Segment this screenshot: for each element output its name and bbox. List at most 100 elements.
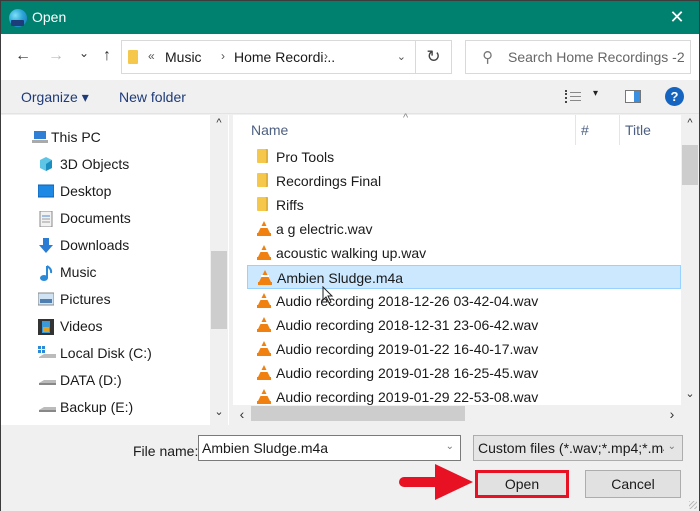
nav-item-desktop[interactable]: Desktop (1, 179, 211, 203)
file-name: Audio recording 2018-12-31 23-06-42.wav (276, 317, 539, 333)
file-row[interactable]: acoustic walking up.wav (247, 241, 681, 265)
vlc-media-file-icon (258, 270, 272, 285)
breadcrumb-home-recordings[interactable]: Home Recordi... (234, 49, 335, 65)
folder-icon (257, 173, 268, 187)
chevron-down-icon: ⌄ (78, 46, 90, 60)
file-row[interactable]: Riffs (247, 193, 681, 217)
file-name: Recordings Final (276, 173, 382, 189)
column-divider (575, 115, 576, 145)
folder-icon (257, 197, 268, 211)
this-pc-icon (31, 130, 48, 144)
cancel-button[interactable]: Cancel (585, 470, 681, 498)
file-name: acoustic walking up.wav (276, 245, 427, 261)
nav-item-this-pc[interactable]: This PC (1, 125, 211, 149)
nav-item-pictures[interactable]: Pictures (1, 287, 211, 311)
3d-objects-icon (38, 157, 54, 171)
title-bar: Open ✕ (1, 1, 699, 34)
file-row[interactable]: Pro Tools (247, 145, 681, 169)
scroll-down-icon[interactable]: ⌄ (681, 387, 699, 400)
preview-pane-icon[interactable] (625, 90, 641, 103)
file-name-label: File name: (133, 443, 199, 459)
nav-item-downloads[interactable]: Downloads (1, 233, 211, 257)
nav-item-music[interactable]: Music (1, 260, 211, 284)
file-name: Audio recording 2019-01-28 16-25-45.wav (276, 365, 539, 381)
scrollbar-thumb[interactable] (211, 251, 227, 329)
forward-button[interactable]: → (46, 47, 66, 65)
scroll-up-icon[interactable]: ^ (681, 117, 699, 129)
vlc-media-file-icon (257, 245, 271, 260)
annotation-arrow-icon (399, 464, 473, 500)
back-button[interactable]: ← (13, 47, 33, 65)
drive-icon (38, 373, 56, 387)
nav-item-local-disk-c[interactable]: Local Disk (C:) (1, 341, 211, 365)
mouse-cursor-icon (322, 286, 334, 304)
scroll-up-icon[interactable]: ^ (210, 117, 228, 129)
breadcrumb-separator[interactable]: › (221, 49, 225, 63)
address-bar[interactable]: « Music › Home Recordi... › ⌄ ↻ (121, 40, 452, 74)
music-icon (38, 265, 54, 281)
navigation-bar: ← → ⌄ ↑ « Music › Home Recordi... › ⌄ ↻ … (1, 34, 699, 80)
file-type-value: Custom files (*.wav;*.mp4;*.m4a (478, 440, 664, 456)
close-button[interactable]: ✕ (655, 1, 699, 34)
breadcrumb-overflow[interactable]: « (148, 49, 155, 63)
nav-item-data-d[interactable]: DATA (D:) (1, 368, 211, 392)
file-row[interactable]: a g electric.wav (247, 217, 681, 241)
file-row[interactable]: Recordings Final (247, 169, 681, 193)
search-box[interactable]: ⚲ (465, 40, 691, 74)
scroll-down-icon[interactable]: ⌄ (210, 405, 228, 418)
breadcrumb-music[interactable]: Music (165, 49, 202, 65)
documents-icon (38, 210, 54, 228)
nav-item-backup-e[interactable]: Backup (E:) (1, 395, 211, 419)
view-options-dropdown[interactable]: ▾ (593, 88, 598, 99)
folder-icon (257, 149, 268, 163)
file-row[interactable]: Audio recording 2018-12-31 23-06-42.wav (247, 313, 681, 337)
column-divider (619, 115, 620, 145)
scroll-right-icon[interactable]: › (663, 406, 681, 422)
search-input[interactable] (508, 47, 688, 67)
file-row[interactable]: Audio recording 2019-01-28 16-25-45.wav (247, 361, 681, 385)
resize-grip[interactable] (689, 501, 697, 509)
videos-icon (38, 319, 54, 335)
toolbar: Organize ▾ New folder ▾ ? (1, 80, 699, 114)
file-name: a g electric.wav (276, 221, 373, 237)
file-name-input[interactable] (202, 439, 432, 457)
file-list-horizontal-scrollbar[interactable]: ‹ › (233, 405, 681, 422)
downloads-icon (38, 238, 54, 253)
file-list: ^ Name # Title Pro Tools Recordings Final… (233, 112, 681, 405)
nav-item-3d-objects[interactable]: 3D Objects (1, 152, 211, 176)
change-view-icon[interactable] (565, 89, 581, 104)
up-button[interactable]: ↑ (97, 47, 117, 65)
open-button[interactable]: Open (475, 470, 569, 498)
breadcrumb-separator[interactable]: › (324, 49, 328, 63)
scroll-left-icon[interactable]: ‹ (233, 406, 251, 422)
file-type-filter[interactable]: Custom files (*.wav;*.mp4;*.m4a ⌄ (473, 435, 683, 461)
nav-pane-scrollbar[interactable]: ^ ⌄ (210, 115, 228, 425)
refresh-button[interactable]: ↻ (415, 41, 451, 73)
vlc-media-file-icon (257, 293, 271, 308)
help-icon[interactable]: ? (665, 87, 684, 106)
chevron-down-icon[interactable]: ⌄ (446, 441, 454, 452)
up-arrow-icon: ↑ (103, 47, 111, 64)
vlc-media-file-icon (257, 341, 271, 356)
file-name: Riffs (276, 197, 304, 213)
nav-item-documents[interactable]: Documents (1, 206, 211, 230)
local-disk-icon (38, 346, 56, 360)
file-row[interactable]: Audio recording 2019-01-22 16-40-17.wav (247, 337, 681, 361)
new-folder-button[interactable]: New folder (119, 89, 186, 105)
file-row[interactable]: Audio recording 2018-12-26 03-42-04.wav (247, 289, 681, 313)
file-list-vertical-scrollbar[interactable]: ^ ⌄ (681, 115, 699, 405)
address-dropdown-icon[interactable]: ⌄ (397, 50, 406, 63)
file-name-combobox[interactable]: ⌄ (198, 435, 461, 461)
window-title: Open (32, 9, 67, 25)
recent-locations-button[interactable]: ⌄ (74, 46, 94, 60)
file-name: Audio recording 2018-12-26 03-42-04.wav (276, 293, 539, 309)
open-file-dialog: Open ✕ ← → ⌄ ↑ « Music › Home Recordi...… (0, 0, 700, 511)
organize-button[interactable]: Organize ▾ (21, 89, 89, 106)
drive-icon (38, 400, 56, 414)
scrollbar-thumb[interactable] (682, 145, 698, 185)
scrollbar-thumb[interactable] (251, 406, 465, 421)
file-row-selected[interactable]: Ambien Sludge.m4a (247, 265, 681, 289)
folder-icon (128, 50, 138, 64)
file-name: Ambien Sludge.m4a (277, 270, 404, 286)
nav-item-videos[interactable]: Videos (1, 314, 211, 338)
